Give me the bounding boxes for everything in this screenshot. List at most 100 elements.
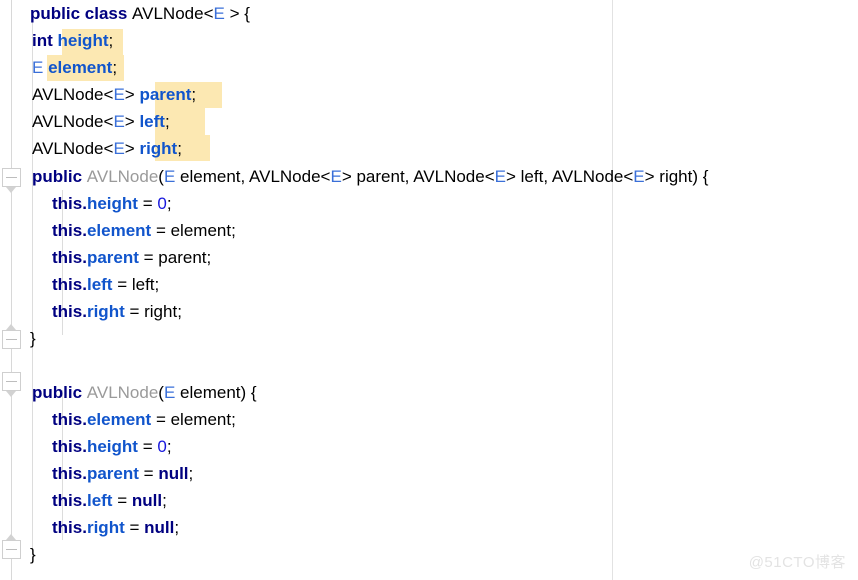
code-token: < [103, 112, 114, 131]
code-line[interactable]: AVLNode<E> parent; [32, 81, 196, 108]
code-text-layer[interactable]: public class AVLNode<E > {int height; E e… [0, 0, 858, 580]
code-token: E [213, 4, 225, 23]
code-token: this [52, 410, 83, 429]
code-token: < [320, 167, 331, 186]
fold-arrow-icon [6, 324, 16, 330]
code-token: null [158, 464, 189, 483]
code-line[interactable]: this.left = left; [52, 271, 159, 298]
code-token: parent [86, 464, 139, 483]
code-token: } [30, 329, 36, 348]
code-line[interactable]: this.height = 0; [52, 433, 172, 460]
code-token: element) { [175, 383, 257, 402]
code-token: ; [174, 518, 180, 537]
code-line[interactable]: this.right = right; [52, 298, 182, 325]
fold-gutter[interactable] [0, 0, 24, 580]
code-line[interactable]: AVLNode<E> left; [32, 108, 170, 135]
code-token: > { [224, 4, 250, 23]
code-token: element, [175, 167, 250, 186]
code-token: AVLNode [413, 167, 485, 186]
code-line[interactable]: E element; [32, 54, 117, 81]
code-token: < [623, 167, 634, 186]
code-token: < [103, 139, 114, 158]
code-token: E [494, 167, 506, 186]
code-token: 0 [157, 437, 167, 456]
code-token: height [86, 194, 138, 213]
code-token: parent [139, 85, 192, 104]
code-token: element [86, 221, 152, 240]
code-line[interactable]: this.right = null; [52, 514, 179, 541]
code-token: ; [162, 491, 167, 510]
fold-ctor1-close[interactable] [2, 324, 21, 349]
code-line[interactable]: this.element = element; [52, 406, 236, 433]
fold-arrow-icon [6, 534, 16, 540]
code-token: parent [86, 248, 139, 267]
code-token: left [86, 491, 113, 510]
code-token: this [52, 464, 83, 483]
code-token: public [32, 383, 87, 402]
code-token: AVLNode [32, 139, 104, 158]
code-line[interactable]: int height; [32, 27, 113, 54]
code-line[interactable]: AVLNode<E> right; [32, 135, 182, 162]
fold-arrow-icon [6, 187, 16, 193]
code-token: this [52, 437, 83, 456]
code-token: AVLNode [132, 4, 204, 23]
code-token: right [86, 518, 125, 537]
code-line[interactable]: this.parent = null; [52, 460, 193, 487]
code-line[interactable]: } [30, 325, 36, 352]
fold-ctor2-open[interactable] [2, 372, 21, 397]
fold-class-open[interactable] [2, 168, 21, 193]
code-line[interactable]: public AVLNode(E element, AVLNode<E> par… [32, 163, 708, 190]
code-token: AVLNode [249, 167, 321, 186]
code-token: = [137, 194, 158, 213]
code-token: int [32, 31, 58, 50]
code-line[interactable]: this.height = 0; [52, 190, 172, 217]
watermark-text: @51CTO博客 [748, 554, 846, 571]
code-token: E [163, 167, 176, 186]
code-token: AVLNode [86, 167, 159, 186]
fold-collapse-icon [6, 381, 17, 382]
code-token: AVLNode [32, 112, 104, 131]
code-token: = parent; [138, 248, 212, 267]
code-token: E [330, 167, 342, 186]
code-token: ; [166, 194, 172, 213]
code-token: ; [164, 112, 170, 131]
code-line[interactable]: this.parent = parent; [52, 244, 211, 271]
code-token: this [52, 518, 83, 537]
code-token: AVLNode [86, 383, 159, 402]
code-token: null [144, 518, 175, 537]
code-token: this [52, 302, 83, 321]
code-token: this [52, 194, 83, 213]
code-token: = right; [124, 302, 182, 321]
code-token: element [86, 410, 152, 429]
code-token: E [32, 58, 49, 77]
code-token: > [124, 85, 140, 104]
code-token: > right) { [644, 167, 709, 186]
code-token: = [138, 464, 159, 483]
code-token: AVLNode [551, 167, 624, 186]
fold-collapse-icon [6, 177, 17, 178]
fold-arrow-icon [6, 391, 16, 397]
code-token: ; [191, 85, 197, 104]
fold-collapse-icon [6, 339, 17, 340]
code-token: ; [108, 31, 114, 50]
code-token: AVLNode [32, 85, 104, 104]
code-token: E [163, 383, 176, 402]
fold-ctor2-close[interactable] [2, 534, 21, 559]
fold-collapse-icon [6, 549, 17, 550]
code-token: } [30, 545, 36, 564]
code-token: = element; [151, 410, 236, 429]
code-token: < [103, 85, 114, 104]
code-line[interactable]: public AVLNode(E element) { [32, 379, 257, 406]
code-line[interactable]: } [30, 541, 36, 568]
code-token: = element; [151, 221, 236, 240]
code-token: this [52, 221, 83, 240]
code-token: this [52, 491, 83, 510]
code-editor[interactable]: public class AVLNode<E > {int height; E e… [0, 0, 858, 580]
code-line[interactable]: this.element = element; [52, 217, 236, 244]
code-token: left [139, 112, 165, 131]
code-token: ; [112, 58, 118, 77]
code-line[interactable]: public class AVLNode<E > { [30, 0, 250, 27]
code-token: > [124, 139, 140, 158]
code-token: public [32, 167, 87, 186]
code-line[interactable]: this.left = null; [52, 487, 167, 514]
